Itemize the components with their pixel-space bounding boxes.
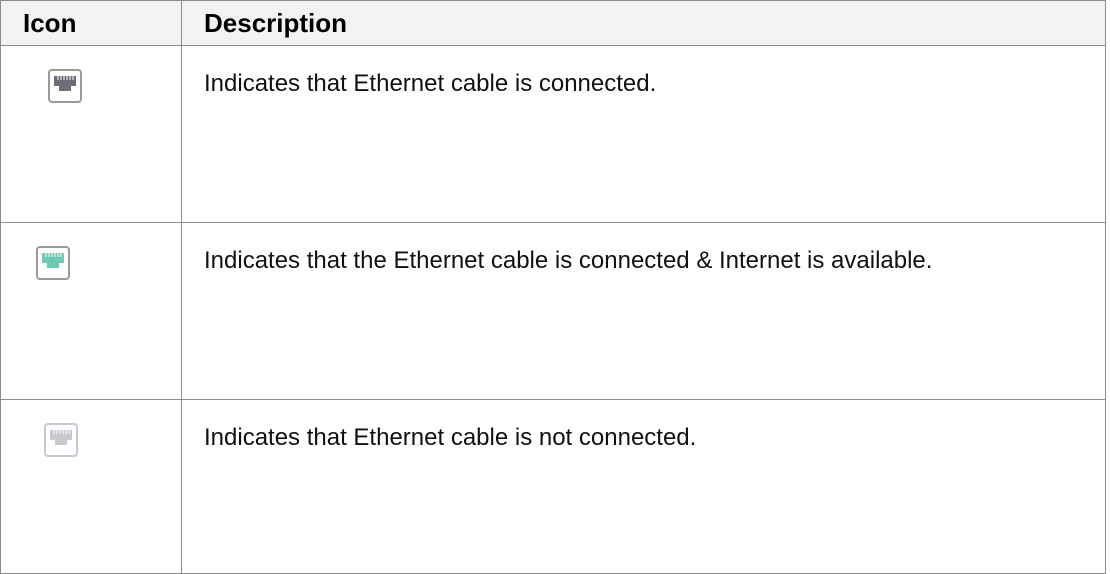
description-cell: Indicates that the Ethernet cable is con…: [181, 222, 1106, 400]
table-row: Indicates that Ethernet cable is connect…: [0, 45, 1106, 223]
icon-cell: [0, 222, 182, 400]
icon-legend-table: Icon Description Indicates that Ethernet…: [0, 0, 1106, 574]
table-row: Indicates that the Ethernet cable is con…: [0, 222, 1106, 400]
header-icon: Icon: [0, 0, 182, 46]
description-cell: Indicates that Ethernet cable is connect…: [181, 45, 1106, 223]
ethernet-disconnected-icon: [44, 423, 78, 457]
header-description: Description: [181, 0, 1106, 46]
table-header-row: Icon Description: [0, 0, 1106, 46]
table-row: Indicates that Ethernet cable is not con…: [0, 399, 1106, 574]
icon-cell: [0, 399, 182, 574]
ethernet-internet-available-icon: [36, 246, 70, 280]
legend-page: Icon Description Indicates that Ethernet…: [0, 0, 1110, 574]
icon-cell: [0, 45, 182, 223]
ethernet-connected-icon: [48, 69, 82, 103]
description-cell: Indicates that Ethernet cable is not con…: [181, 399, 1106, 574]
